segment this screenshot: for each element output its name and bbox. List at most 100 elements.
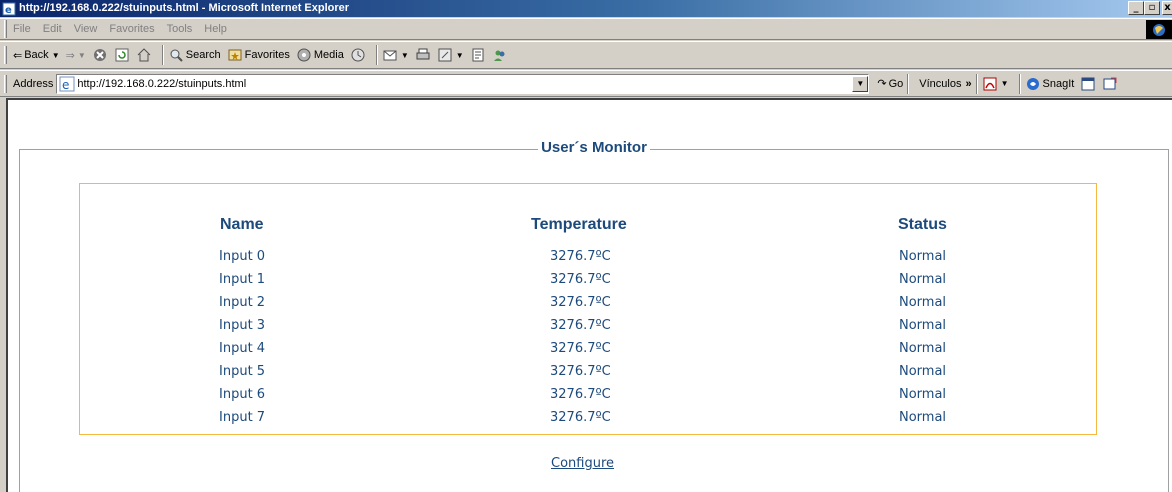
favorites-button[interactable]: Favorites: [227, 47, 290, 63]
print-button[interactable]: [415, 47, 431, 63]
history-button[interactable]: [350, 47, 366, 63]
input-temperature: 3276.7ºC: [550, 318, 611, 333]
maximize-button[interactable]: ▫: [1144, 1, 1160, 15]
table-row: Input 3 3276.7ºC Normal: [8, 318, 1172, 341]
mail-button[interactable]: ▼: [382, 47, 409, 63]
address-bar: Address e ▼ ↷ Go Vínculos » ▼ SnagIt: [0, 70, 1172, 97]
acrobat-icon: [983, 77, 997, 90]
stop-button[interactable]: [92, 47, 108, 63]
standard-toolbar: ⇐ Back ▼ ⇒ ▼ Search Favorites Media ▼ ▼: [0, 41, 1172, 69]
ie-page-icon: e: [2, 2, 16, 16]
search-icon: [170, 49, 183, 62]
address-label: Address: [13, 77, 54, 90]
links-button[interactable]: Vínculos »: [919, 78, 971, 90]
toolbar-grip[interactable]: [4, 20, 7, 38]
forward-arrow-icon: ⇒: [65, 49, 75, 62]
snagit-capture-button[interactable]: [1102, 76, 1118, 92]
window-title: http://192.168.0.222/stuinputs.html - Mi…: [19, 2, 350, 14]
refresh-button[interactable]: [114, 47, 130, 63]
input-temperature: 3276.7ºC: [550, 272, 611, 287]
input-status: Normal: [899, 364, 947, 379]
edit-icon: [438, 48, 452, 62]
history-icon: [351, 48, 365, 62]
input-temperature: 3276.7ºC: [550, 387, 611, 402]
input-status: Normal: [899, 249, 947, 264]
table-row: Input 0 3276.7ºC Normal: [8, 249, 1172, 272]
home-icon: [137, 48, 151, 62]
menu-bar: File Edit View Favorites Tools Help: [0, 18, 1172, 40]
discuss-button[interactable]: [470, 47, 486, 63]
header-status: Status: [898, 216, 947, 233]
messenger-button[interactable]: [492, 47, 508, 63]
input-name: Input 2: [219, 295, 266, 310]
back-arrow-icon: ⇐: [13, 49, 23, 62]
forward-button[interactable]: ⇒ ▼: [66, 49, 86, 62]
snagit-button[interactable]: SnagIt: [1025, 76, 1074, 92]
table-row: Input 7 3276.7ºC Normal: [8, 410, 1172, 433]
url-input[interactable]: [77, 77, 838, 90]
menu-edit[interactable]: Edit: [43, 23, 62, 35]
header-name: Name: [220, 216, 264, 233]
close-button[interactable]: x: [1162, 1, 1172, 15]
snagit-window-button[interactable]: [1080, 76, 1096, 92]
svg-text:e: e: [5, 5, 12, 16]
capture-icon: [1103, 77, 1117, 89]
input-status: Normal: [899, 272, 947, 287]
input-temperature: 3276.7ºC: [550, 364, 611, 379]
stop-icon: [93, 49, 106, 61]
input-temperature: 3276.7ºC: [550, 341, 611, 356]
discuss-icon: [472, 48, 484, 62]
media-icon: [297, 48, 311, 62]
input-temperature: 3276.7ºC: [550, 295, 611, 310]
window-title-bar[interactable]: e http://192.168.0.222/stuinputs.html - …: [0, 0, 1172, 17]
chevron-down-icon[interactable]: ▼: [401, 51, 409, 60]
mail-icon: [383, 50, 397, 61]
svg-text:e: e: [62, 78, 69, 92]
input-status: Normal: [899, 410, 947, 425]
table-row: Input 4 3276.7ºC Normal: [8, 341, 1172, 364]
search-button[interactable]: Search: [168, 47, 221, 63]
chevron-down-icon[interactable]: ▼: [1001, 79, 1009, 88]
input-name: Input 5: [219, 364, 266, 379]
page-title: User´s Monitor: [538, 139, 650, 156]
messenger-icon: [493, 50, 505, 61]
chevron-down-icon[interactable]: ▼: [456, 51, 464, 60]
edit-button[interactable]: ▼: [437, 47, 464, 63]
chevron-down-icon[interactable]: ▼: [78, 51, 86, 60]
chevron-down-icon[interactable]: ▼: [52, 51, 60, 60]
input-name: Input 6: [219, 387, 266, 402]
minimize-button[interactable]: _: [1128, 1, 1144, 15]
menu-favorites[interactable]: Favorites: [109, 23, 154, 35]
menu-help[interactable]: Help: [204, 23, 227, 35]
toolbar-grip[interactable]: [4, 46, 7, 64]
table-row: Input 6 3276.7ºC Normal: [8, 387, 1172, 410]
input-status: Normal: [899, 387, 947, 402]
input-name: Input 1: [219, 272, 266, 287]
go-button[interactable]: ↷ Go: [877, 77, 903, 91]
menu-view[interactable]: View: [74, 23, 98, 35]
input-status: Normal: [899, 341, 947, 356]
input-name: Input 7: [219, 410, 266, 425]
window-icon: [1081, 77, 1095, 90]
menu-tools[interactable]: Tools: [167, 23, 193, 35]
media-button[interactable]: Media: [296, 47, 344, 63]
address-dropdown-button[interactable]: ▼: [852, 75, 869, 92]
table-row: Input 1 3276.7ºC Normal: [8, 272, 1172, 295]
back-button[interactable]: ⇐ Back ▼: [13, 49, 60, 62]
input-status: Normal: [899, 318, 947, 333]
acrobat-button[interactable]: ▼: [982, 76, 1009, 92]
ie-throbber-icon: [1146, 20, 1172, 39]
input-status: Normal: [899, 295, 947, 310]
table-row: Input 2 3276.7ºC Normal: [8, 295, 1172, 318]
go-arrow-icon: ↷: [877, 78, 887, 90]
print-icon: [416, 48, 430, 60]
configure-link[interactable]: Configure: [551, 456, 614, 471]
home-button[interactable]: [136, 47, 152, 63]
refresh-icon: [115, 48, 129, 62]
toolbar-grip[interactable]: [4, 74, 7, 93]
address-field[interactable]: e ▼: [56, 73, 870, 94]
snagit-icon: [1026, 77, 1039, 90]
header-temperature: Temperature: [531, 216, 627, 233]
menu-file[interactable]: File: [13, 23, 31, 35]
favorites-icon: [228, 49, 242, 61]
